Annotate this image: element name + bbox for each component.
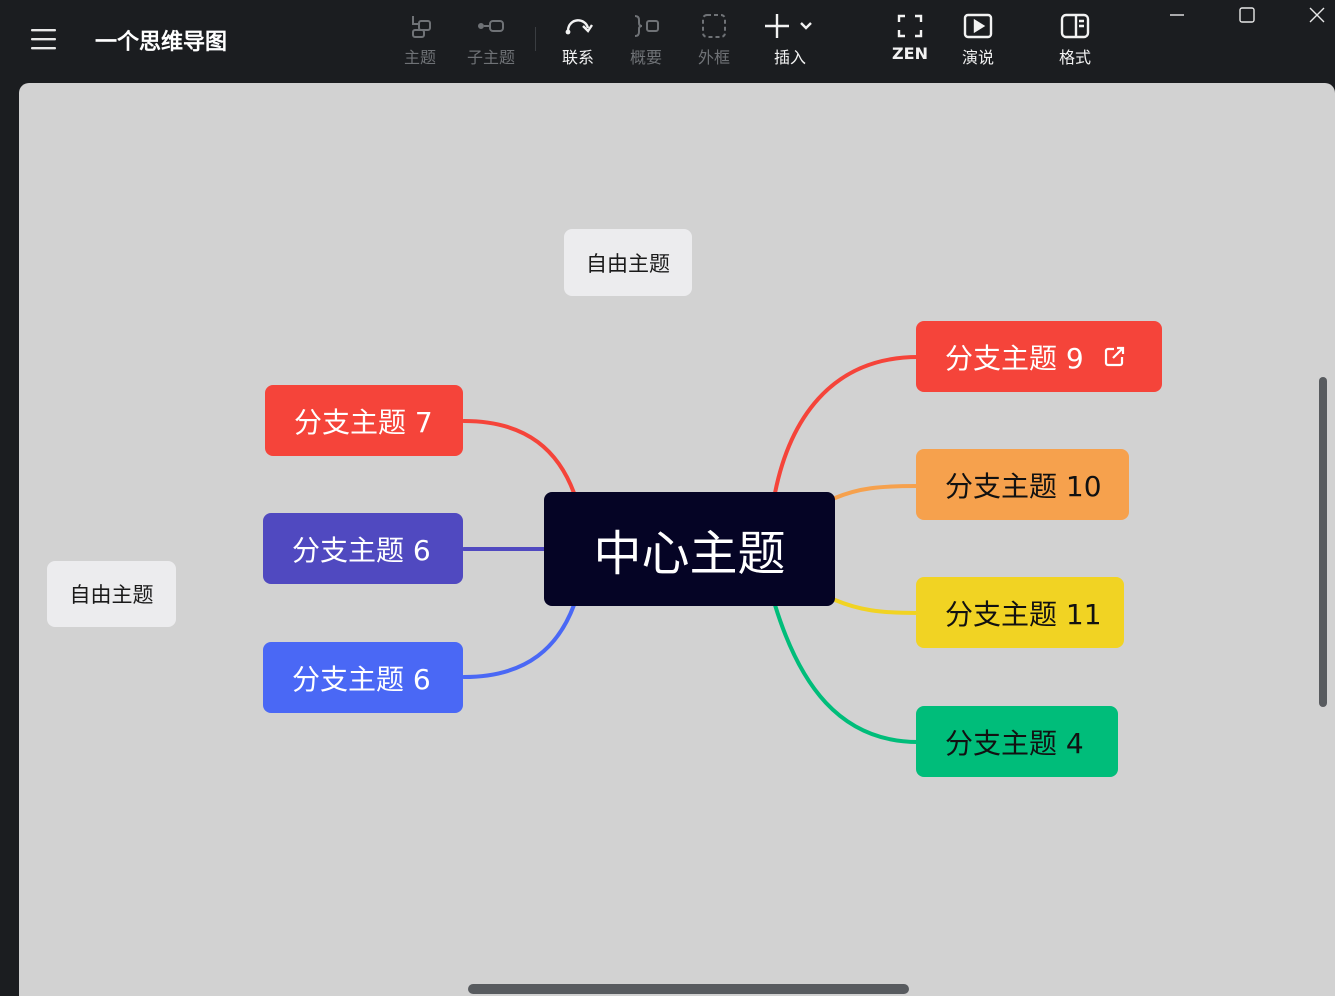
toolbar-divider — [535, 27, 536, 51]
connector-branch-4 — [773, 603, 920, 744]
summary-button[interactable]: 概要 — [626, 10, 666, 72]
insert-label: 插入 — [773, 48, 806, 67]
vertical-scrollbar[interactable] — [1319, 377, 1327, 707]
boundary-label: 外框 — [697, 48, 730, 67]
format-button[interactable]: 格式 — [1055, 10, 1095, 72]
central-topic[interactable]: 中心主题 — [544, 492, 835, 606]
boundary-button[interactable]: 外框 — [694, 10, 734, 72]
subtopic-button[interactable]: 子主题 — [462, 10, 520, 72]
maximize-icon[interactable] — [1224, 0, 1270, 30]
topic-label: 主题 — [403, 48, 436, 67]
connector-branch-11 — [833, 598, 920, 615]
branch-topic-7[interactable]: 分支主题 7 — [265, 385, 463, 456]
branch-topic-9-label: 分支主题 9 — [945, 341, 1084, 375]
panel-icon — [1060, 10, 1090, 42]
floating-topic[interactable]: 自由主题 — [564, 229, 692, 296]
zen-label: ZEN — [892, 44, 928, 63]
connector-branch-7 — [462, 419, 576, 495]
insert-button[interactable]: 插入 — [762, 10, 818, 72]
boundary-icon — [700, 10, 728, 42]
chevron-down-icon — [800, 22, 812, 30]
hamburger-menu-icon[interactable] — [29, 24, 59, 54]
subtopic-icon — [476, 10, 506, 42]
play-icon — [963, 10, 993, 42]
document-title[interactable]: 一个思维导图 — [95, 24, 227, 56]
mindmap-canvas[interactable]: 自由主题 自由主题 分支主题 7 分支主题 6 分支主题 6 中心主题 分支主题… — [19, 83, 1335, 996]
connector-branch-6b — [462, 603, 576, 679]
close-icon[interactable] — [1294, 0, 1335, 30]
relationship-button[interactable]: 联系 — [558, 10, 598, 72]
branch-topic-6-blue[interactable]: 分支主题 6 — [263, 642, 463, 713]
presentation-label: 演说 — [961, 48, 994, 67]
relationship-label: 联系 — [561, 48, 594, 67]
subtopic-label: 子主题 — [466, 48, 515, 67]
connector-branch-9 — [773, 355, 920, 495]
fullscreen-icon — [896, 10, 924, 42]
topic-button[interactable]: 主题 — [400, 10, 440, 72]
branch-topic-9[interactable]: 分支主题 9 — [916, 321, 1162, 392]
topic-icon — [407, 10, 433, 42]
connector-branch-10 — [833, 484, 920, 500]
presentation-button[interactable]: 演说 — [958, 10, 998, 72]
zen-button[interactable]: ZEN — [890, 10, 930, 72]
title-bar: 一个思维导图 主题 子主题 联系 概要 外框 插入 ZEN 演说 格式 — [0, 0, 1335, 84]
floating-topic[interactable]: 自由主题 — [47, 561, 176, 627]
summary-label: 概要 — [629, 48, 662, 67]
branch-topic-11[interactable]: 分支主题 11 — [916, 577, 1124, 648]
relationship-curve-icon — [563, 10, 593, 42]
horizontal-scrollbar[interactable] — [468, 984, 909, 994]
branch-topic-6-indigo[interactable]: 分支主题 6 — [263, 513, 463, 584]
format-label: 格式 — [1058, 48, 1091, 67]
summary-brace-icon — [631, 10, 661, 42]
external-link-icon[interactable] — [1102, 345, 1126, 369]
minimize-icon[interactable] — [1154, 0, 1200, 30]
insert-plus-icon — [763, 10, 817, 42]
branch-topic-4[interactable]: 分支主题 4 — [916, 706, 1118, 777]
branch-topic-10[interactable]: 分支主题 10 — [916, 449, 1129, 520]
